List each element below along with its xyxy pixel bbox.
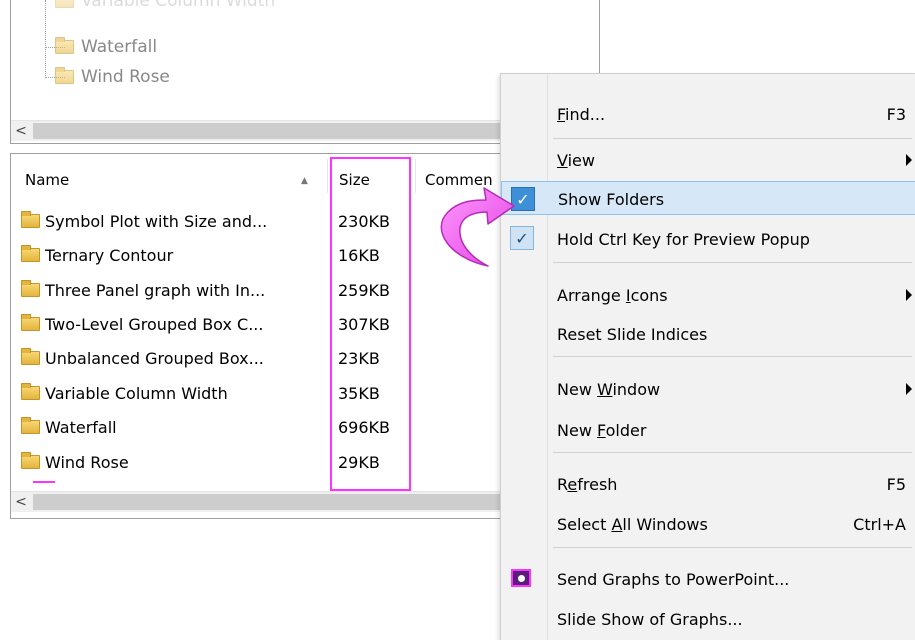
highlight-mark bbox=[33, 481, 55, 483]
menu-item-label: Show Folders bbox=[558, 190, 665, 209]
menu-item-label: View bbox=[557, 151, 595, 170]
menu-separator bbox=[553, 138, 912, 139]
menu-item-send-to-powerpoint[interactable]: Send Graphs to PowerPoint... bbox=[501, 561, 915, 595]
menu-item-show-folders[interactable]: ✓ Show Folders bbox=[501, 181, 915, 215]
column-header-name[interactable]: Name bbox=[25, 171, 69, 189]
list-item-name: Two-Level Grouped Box C... bbox=[45, 315, 264, 334]
menu-item-label: New Folder bbox=[557, 421, 647, 440]
list-item[interactable]: Unbalanced Grouped Box... 23KB bbox=[21, 346, 581, 372]
folder-icon bbox=[21, 348, 40, 365]
menu-item-hold-ctrl[interactable]: ✓ Hold Ctrl Key for Preview Popup bbox=[501, 221, 915, 255]
menu-separator bbox=[553, 356, 912, 357]
context-menu: Find... F3 View ✓ Show Folders ✓ Hold Ct… bbox=[500, 73, 915, 640]
menu-item-find[interactable]: Find... F3 bbox=[501, 96, 915, 130]
menu-item-arrange-icons[interactable]: Arrange Icons bbox=[501, 277, 915, 311]
scrollbar-thumb[interactable] bbox=[33, 123, 503, 139]
menu-item-label: Refresh bbox=[557, 475, 618, 494]
menu-item-label: Slide Show of Graphs... bbox=[557, 610, 743, 629]
list-item[interactable]: Variable Column Width 35KB bbox=[21, 381, 581, 407]
folder-icon bbox=[55, 67, 74, 84]
tree-item-wind-rose[interactable]: Wind Rose bbox=[55, 66, 170, 88]
tree-connector bbox=[45, 0, 46, 78]
menu-item-label: Reset Slide Indices bbox=[557, 325, 708, 344]
menu-item-reset-slide-indices[interactable]: Reset Slide Indices bbox=[501, 316, 915, 350]
menu-item-new-folder[interactable]: New Folder bbox=[501, 412, 915, 446]
folder-icon bbox=[21, 452, 40, 469]
menu-item-label: Hold Ctrl Key for Preview Popup bbox=[557, 230, 810, 249]
list-item-name: Symbol Plot with Size and... bbox=[45, 212, 268, 231]
list-item[interactable]: Two-Level Grouped Box C... 307KB bbox=[21, 312, 581, 338]
menu-item-new-window[interactable]: New Window bbox=[501, 371, 915, 405]
folder-icon bbox=[21, 245, 40, 262]
submenu-arrow-icon bbox=[906, 383, 912, 395]
scrollbar-thumb[interactable] bbox=[33, 494, 503, 510]
folder-icon bbox=[55, 37, 74, 54]
list-item-name: Unbalanced Grouped Box... bbox=[45, 349, 264, 368]
menu-item-label: Select All Windows bbox=[557, 515, 708, 534]
folder-icon bbox=[21, 211, 40, 228]
menu-separator bbox=[553, 547, 912, 548]
folder-icon bbox=[21, 314, 40, 331]
menu-item-refresh[interactable]: Refresh F5 bbox=[501, 466, 915, 500]
menu-separator bbox=[553, 452, 912, 453]
menu-item-label: Find... bbox=[557, 105, 606, 124]
menu-item-label: Send Graphs to PowerPoint... bbox=[557, 570, 790, 589]
menu-shortcut: Ctrl+A bbox=[853, 515, 906, 534]
folder-icon bbox=[21, 280, 40, 297]
menu-shortcut: F5 bbox=[886, 475, 906, 494]
list-item[interactable]: Waterfall 696KB bbox=[21, 415, 581, 441]
submenu-arrow-icon bbox=[906, 154, 912, 166]
tree-item-label: Variable Column Width bbox=[81, 0, 276, 11]
menu-item-select-all-windows[interactable]: Select All Windows Ctrl+A bbox=[501, 506, 915, 540]
folder-icon bbox=[21, 417, 40, 434]
list-item-name: Waterfall bbox=[45, 418, 117, 437]
tree-item-label: Waterfall bbox=[81, 37, 158, 57]
menu-item-view[interactable]: View bbox=[501, 142, 915, 176]
list-item[interactable]: Wind Rose 29KB bbox=[21, 450, 581, 476]
menu-separator bbox=[553, 262, 912, 263]
tree-item-partial[interactable]: Variable Column Width bbox=[55, 0, 275, 12]
folder-icon bbox=[55, 0, 74, 8]
tree-item-waterfall[interactable]: Waterfall bbox=[55, 36, 157, 58]
menu-item-label: New Window bbox=[557, 380, 661, 399]
scroll-left-icon[interactable]: < bbox=[11, 121, 31, 141]
curved-arrow-icon bbox=[440, 187, 515, 267]
menu-item-slide-show[interactable]: Slide Show of Graphs... bbox=[501, 601, 915, 635]
list-item-name: Variable Column Width bbox=[45, 384, 228, 403]
menu-shortcut: F3 bbox=[886, 105, 906, 124]
list-item-name: Three Panel graph with In... bbox=[45, 281, 266, 300]
sort-ascending-icon: ▲ bbox=[301, 176, 308, 186]
size-column-highlight bbox=[330, 157, 411, 491]
column-divider[interactable] bbox=[327, 159, 328, 193]
menu-item-label: Arrange Icons bbox=[557, 286, 668, 305]
scroll-left-icon[interactable]: < bbox=[11, 492, 31, 512]
list-item-name: Ternary Contour bbox=[45, 246, 174, 265]
submenu-arrow-icon bbox=[906, 289, 912, 301]
folder-icon bbox=[21, 383, 40, 400]
list-item[interactable]: Three Panel graph with In... 259KB bbox=[21, 278, 581, 304]
powerpoint-icon bbox=[511, 569, 531, 587]
tree-item-label: Wind Rose bbox=[81, 67, 170, 87]
list-item-name: Wind Rose bbox=[45, 453, 129, 472]
